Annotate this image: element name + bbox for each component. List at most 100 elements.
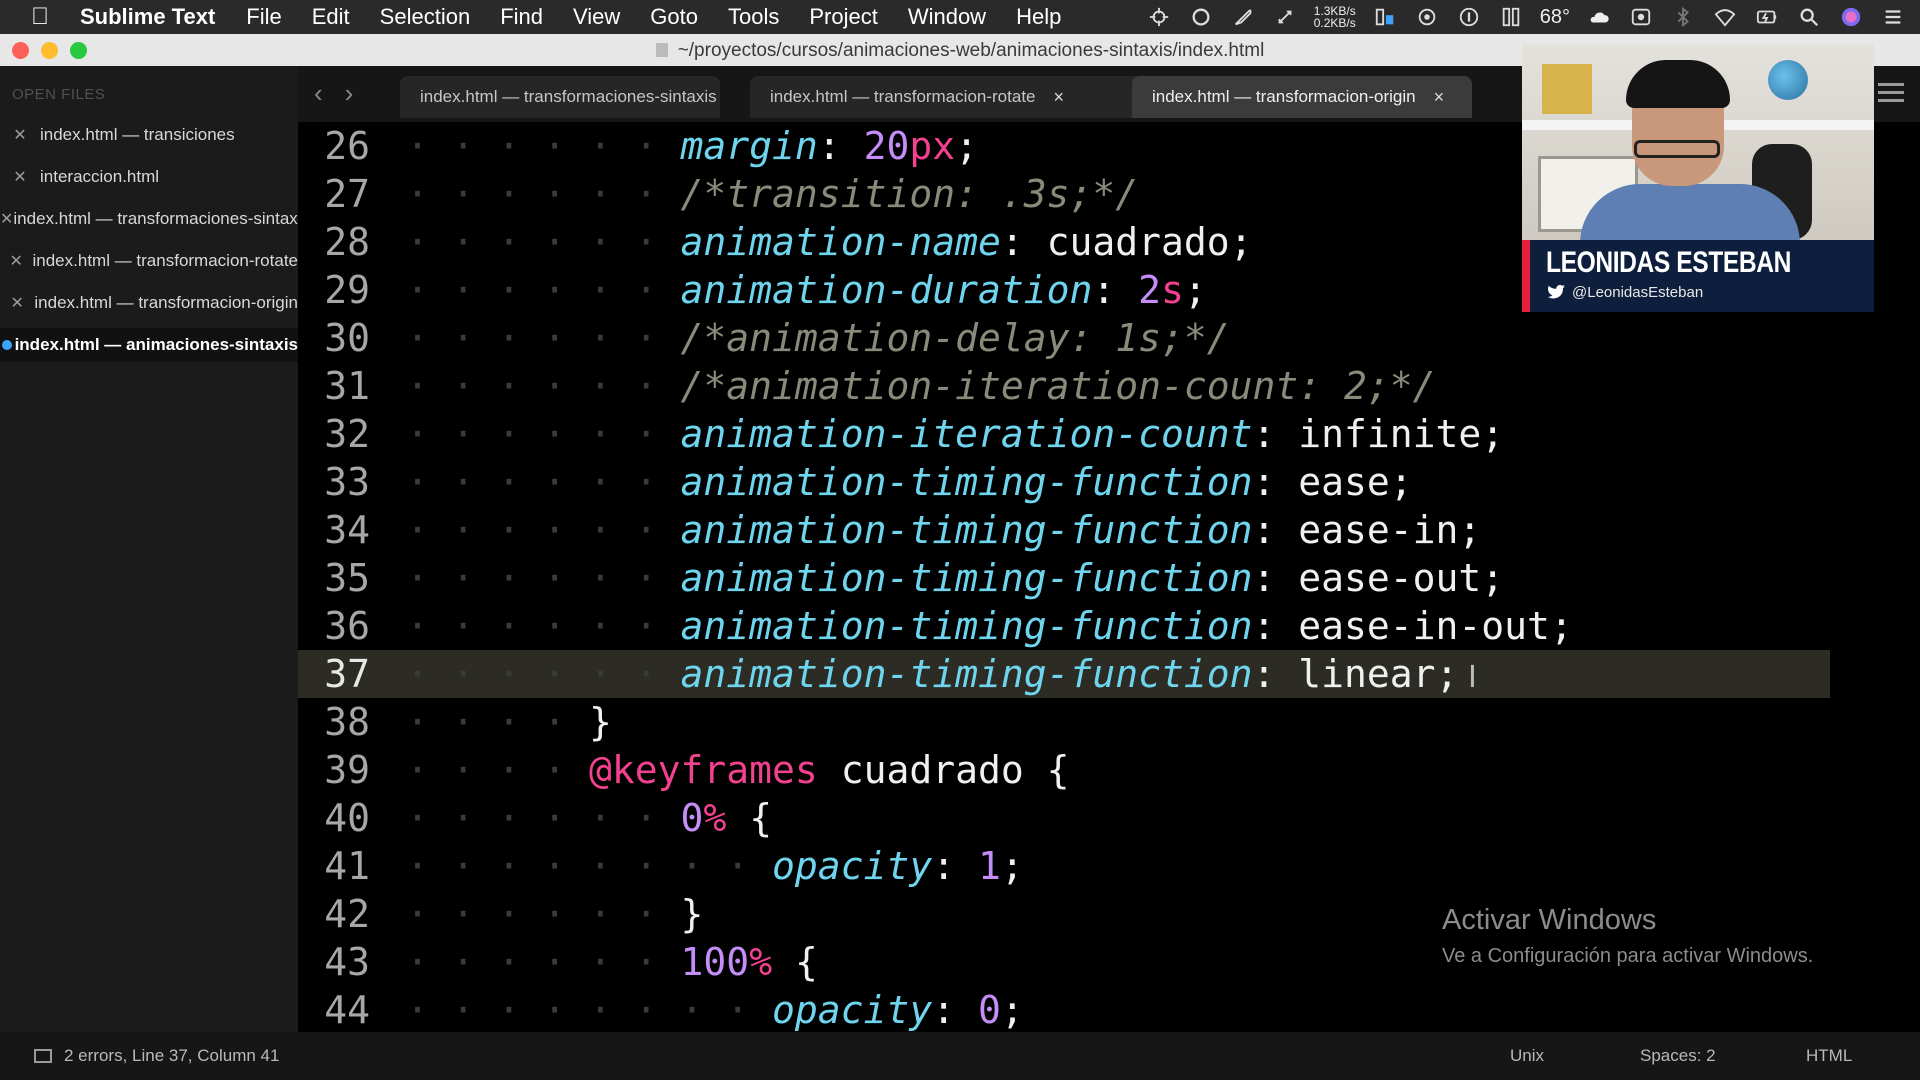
line-number: 38 (324, 700, 370, 744)
code-token: opacity (772, 844, 933, 888)
code-line[interactable]: 37 · · · · · · animation-timing-function:… (298, 650, 1830, 698)
apple-logo-icon[interactable]:  (0, 3, 80, 31)
code-line[interactable]: 31 · · · · · · /*animation-iteration-coun… (298, 362, 1830, 410)
sidebar: OPEN FILES ✕ index.html — transiciones ✕ i… (0, 66, 298, 1032)
indent-guide: · · · · · · (406, 556, 681, 600)
code-token: } (589, 700, 612, 744)
memory-icon[interactable] (1372, 6, 1398, 28)
menu-goto[interactable]: Goto (635, 4, 713, 30)
indent-guide: · · · · · · (406, 316, 681, 360)
code-token: animation-timing-function (680, 508, 1253, 552)
battery-icon[interactable] (1754, 6, 1780, 28)
code-line[interactable]: 33 · · · · · · animation-timing-function:… (298, 458, 1830, 506)
line-number: 26 (324, 124, 370, 168)
indent-guide: · · · · · · (406, 892, 681, 936)
code-token: : (1252, 460, 1299, 504)
code-line[interactable]: 41 · · · · · · · · opacity: 1; (298, 842, 1830, 890)
tab-transformaciones-sintaxis[interactable]: index.html — transformaciones-sintaxis (400, 76, 720, 118)
code-line[interactable]: 38 · · · · } (298, 698, 1830, 746)
code-text: · · · · · · animation-timing-function: l… (406, 650, 1477, 702)
indent-guide: · · · · · · (406, 172, 681, 216)
code-token: @keyframes (589, 748, 818, 792)
menu-help[interactable]: Help (1001, 4, 1076, 30)
weather-cloud-icon[interactable] (1586, 6, 1612, 28)
code-text: · · · · · · animation-timing-function: e… (406, 458, 1413, 506)
code-line[interactable]: 30 · · · · · · /*animation-delay: 1s;*/ (298, 314, 1830, 362)
tab-menu-icon[interactable] (1878, 83, 1904, 107)
notification-center-icon[interactable] (1880, 6, 1906, 28)
code-line[interactable]: 34 · · · · · · animation-timing-function:… (298, 506, 1830, 554)
chevron-left-icon[interactable]: ‹ (314, 78, 323, 109)
panel-toggle-icon[interactable] (34, 1049, 52, 1063)
temperature-readout[interactable]: 68° (1540, 6, 1570, 29)
menu-selection[interactable]: Selection (365, 4, 486, 30)
line-number: 39 (324, 748, 370, 792)
indent-guide: · · · · · · (406, 508, 681, 552)
tab-close-icon[interactable]: × (1054, 87, 1065, 108)
menu-view[interactable]: View (558, 4, 635, 30)
sync-icon[interactable] (1272, 6, 1298, 28)
line-endings-indicator[interactable]: Unix (1510, 1046, 1544, 1066)
tab-close-icon[interactable]: × (1434, 87, 1445, 108)
app-menu-sublime-text[interactable]: Sublime Text (80, 4, 231, 30)
indent-guide: · · · · (406, 748, 590, 792)
code-text: · · · · · · } (406, 890, 703, 938)
menu-tools[interactable]: Tools (713, 4, 794, 30)
code-line[interactable]: 44 · · · · · · · · opacity: 0; (298, 986, 1830, 1032)
code-token: : (1252, 652, 1299, 696)
close-icon[interactable]: ✕ (0, 125, 40, 145)
code-token: ; (1000, 844, 1024, 888)
close-icon[interactable]: ✕ (0, 167, 40, 187)
sidebar-file-label: index.html — transformacion-rotate (32, 251, 299, 270)
syntax-indicator[interactable]: HTML (1806, 1046, 1852, 1066)
code-token: { (1046, 748, 1070, 792)
cloud-sync-icon[interactable] (1414, 6, 1440, 28)
code-line[interactable]: 35 · · · · · · animation-timing-function:… (298, 554, 1830, 602)
code-text: · · · · · · animation-name: cuadrado; (406, 218, 1253, 266)
crosshair-icon[interactable] (1146, 6, 1172, 28)
sidebar-file-item-active[interactable]: index.html — animaciones-sintaxis (0, 328, 298, 362)
menu-find[interactable]: Find (485, 4, 558, 30)
close-icon[interactable]: ✕ (0, 251, 33, 271)
menu-file[interactable]: File (231, 4, 296, 30)
open-files-header: OPEN FILES (12, 86, 106, 103)
sidebar-file-item[interactable]: ✕ interaccion.html (0, 160, 298, 194)
line-number: 31 (324, 364, 370, 408)
sidebar-file-label: index.html — animaciones-sintaxis (14, 335, 298, 354)
siri-icon[interactable] (1838, 6, 1864, 28)
indentation-indicator[interactable]: Spaces: 2 (1640, 1046, 1716, 1066)
code-token: ease-in-out (1298, 604, 1550, 648)
chevron-right-icon[interactable]: › (345, 78, 354, 109)
wifi-icon[interactable] (1712, 6, 1738, 28)
code-token: cuadrado (1046, 220, 1230, 264)
bluetooth-icon[interactable] (1670, 6, 1696, 28)
line-number: 37 (324, 652, 370, 696)
code-token: : (1252, 412, 1299, 456)
cpu-icon[interactable] (1498, 6, 1524, 28)
circle-icon[interactable] (1188, 6, 1214, 28)
search-icon[interactable] (1796, 6, 1822, 28)
code-token: animation-iteration-count (680, 412, 1253, 456)
info-icon[interactable] (1456, 6, 1482, 28)
code-line[interactable]: 40 · · · · · · 0% { (298, 794, 1830, 842)
indent-guide: · · · · · · (406, 124, 681, 168)
status-bar: 2 errors, Line 37, Column 41 Unix Spaces… (0, 1032, 1920, 1080)
code-line[interactable]: 39 · · · · @keyframes cuadrado { (298, 746, 1830, 794)
code-line[interactable]: 36 · · · · · · animation-timing-function:… (298, 602, 1830, 650)
tab-transformacion-origin[interactable]: index.html — transformacion-origin × (1132, 76, 1472, 118)
close-icon[interactable]: ✕ (0, 293, 34, 313)
code-token: : (1252, 508, 1299, 552)
code-line[interactable]: 32 · · · · · · animation-iteration-count:… (298, 410, 1830, 458)
feather-icon[interactable] (1230, 6, 1256, 28)
screen-record-icon[interactable] (1628, 6, 1654, 28)
sidebar-file-item[interactable]: ✕ index.html — transiciones (0, 118, 298, 152)
code-token: ; (1183, 268, 1207, 312)
sidebar-file-item[interactable]: ✕ index.html — transformaciones-sintaxis (0, 202, 298, 236)
sidebar-file-item[interactable]: ✕ index.html — transformacion-rotate (0, 244, 298, 278)
menu-project[interactable]: Project (794, 4, 892, 30)
close-icon[interactable]: ✕ (0, 209, 13, 229)
menu-edit[interactable]: Edit (297, 4, 365, 30)
indent-guide: · · · · · · (406, 412, 681, 456)
sidebar-file-item[interactable]: ✕ index.html — transformacion-origin (0, 286, 298, 320)
menu-window[interactable]: Window (893, 4, 1001, 30)
